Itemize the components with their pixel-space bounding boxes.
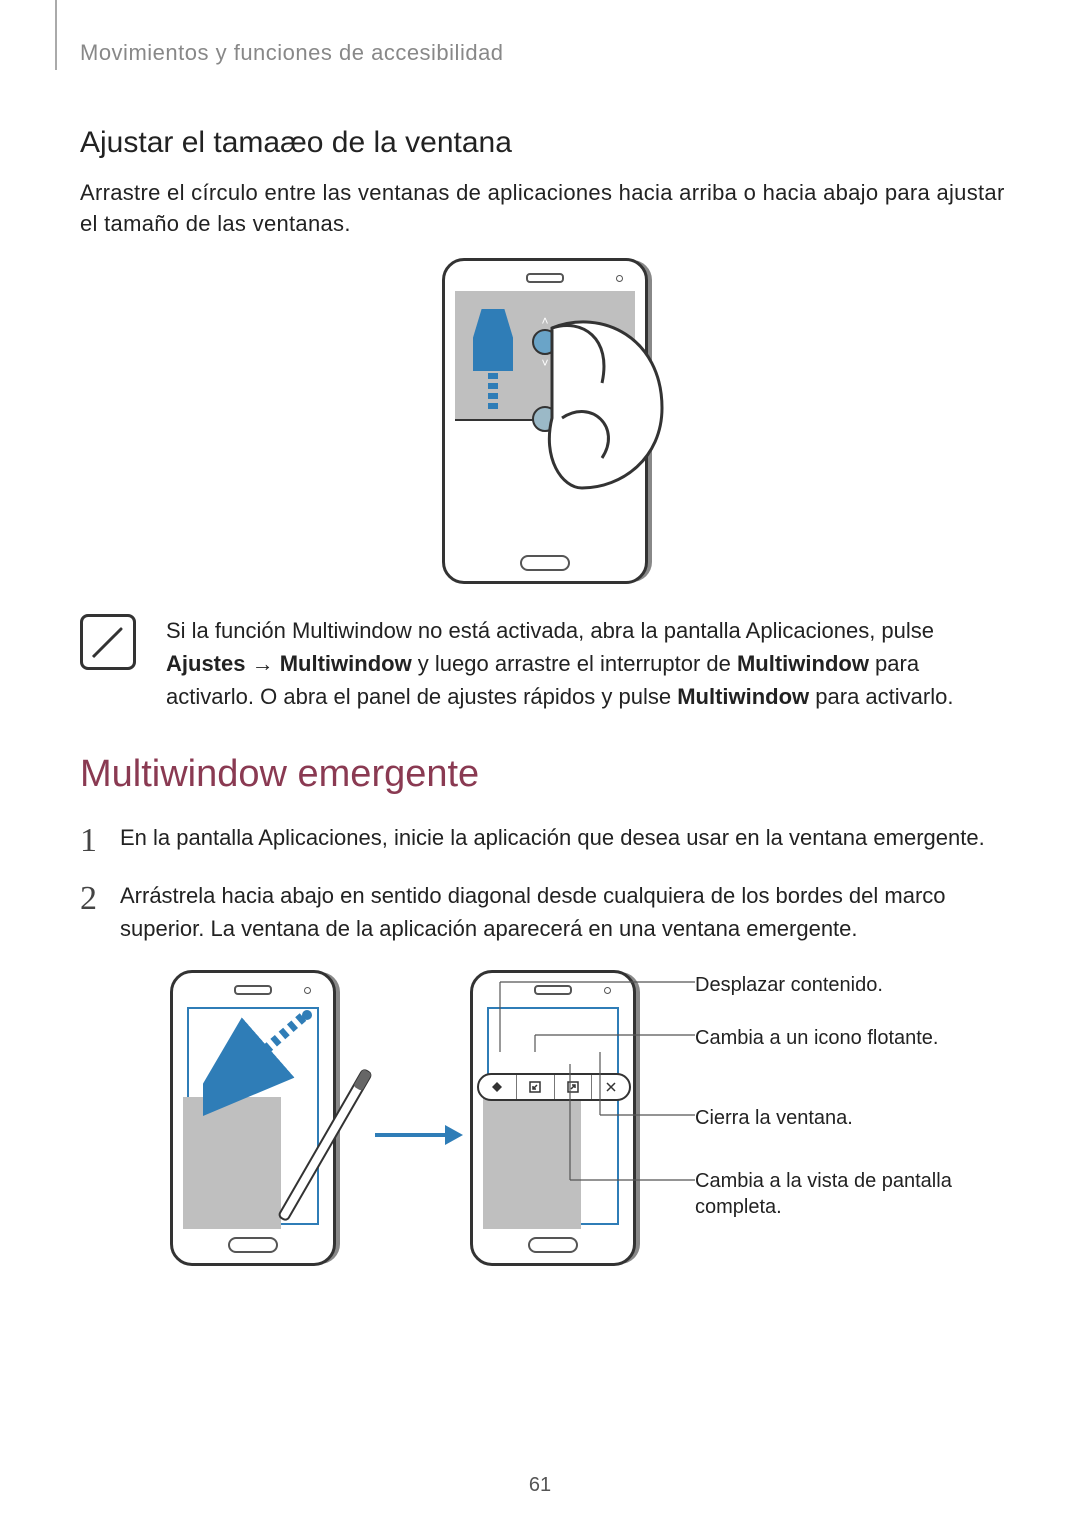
figure-resize-window: ˄ ˅: [80, 258, 1010, 584]
arrow-up-icon: [473, 309, 513, 419]
hand-icon: [542, 298, 742, 498]
note-icon: [80, 614, 136, 670]
margin-rule: [55, 0, 57, 70]
page-number: 61: [0, 1474, 1080, 1497]
figure-popup-multiwindow: Desplazar contenido. Cambia a un icono f…: [120, 970, 1010, 1290]
section-title-resize-window: Ajustar el tamaæo de la ventana: [80, 126, 1010, 160]
manual-page: Movimientos y funciones de accesibilidad…: [0, 0, 1080, 1527]
callout-desplazar: Desplazar contenido.: [695, 972, 883, 998]
section-title-popup-multiwindow: Multiwindow emergente: [80, 753, 1010, 796]
section-body-resize-window: Arrastre el círculo entre las ventanas d…: [80, 178, 1010, 240]
running-header: Movimientos y funciones de accesibilidad: [80, 40, 1010, 66]
arrow-right-icon: [375, 1120, 465, 1150]
callout-cerrar: Cierra la ventana.: [695, 1105, 853, 1131]
note-block: Si la función Multiwindow no está activa…: [80, 614, 1010, 713]
step-1: En la pantalla Aplicaciones, inicie la a…: [80, 821, 1010, 854]
callout-flotante: Cambia a un icono flotante.: [695, 1025, 939, 1051]
stylus-icon: [250, 1050, 420, 1250]
steps-list: En la pantalla Aplicaciones, inicie la a…: [80, 821, 1010, 945]
step-2: Arrástrela hacia abajo en sentido diagon…: [80, 879, 1010, 945]
callout-pantalla-completa: Cambia a la vista de pantalla completa.: [695, 1168, 975, 1220]
note-text: Si la función Multiwindow no está activa…: [166, 614, 1010, 713]
